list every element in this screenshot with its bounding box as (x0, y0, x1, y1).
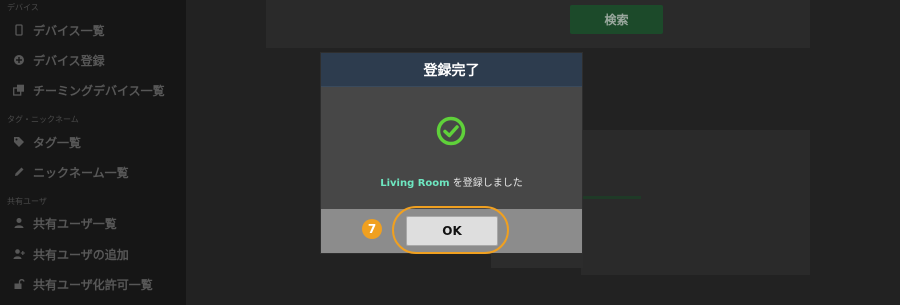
user-plus-icon (13, 248, 25, 260)
sidebar-item-label: 共有ユーザの追加 (33, 247, 129, 262)
clone-icon (13, 84, 25, 96)
unlock-icon (13, 278, 25, 290)
sidebar-item-device-register[interactable]: デバイス登録 (0, 48, 186, 72)
section-label-devices: デバイス (7, 3, 39, 12)
sidebar-item-shared-permission-list[interactable]: 共有ユーザ化許可一覧 (0, 272, 186, 296)
sidebar-item-nickname-list[interactable]: ニックネーム一覧 (0, 160, 186, 184)
sidebar-item-label: デバイス一覧 (33, 23, 105, 38)
sidebar-item-add-shared-user[interactable]: 共有ユーザの追加 (0, 242, 186, 266)
search-panel: 検索 (266, 0, 810, 48)
background-panel (581, 130, 810, 275)
dialog-message: Living Room を登録しました (321, 174, 582, 189)
sidebar-item-label: タグ一覧 (33, 135, 82, 150)
dialog-title: 登録完了 (321, 53, 582, 87)
sidebar-item-tag-list[interactable]: タグ一覧 (0, 130, 186, 154)
pencil-icon (13, 166, 25, 178)
tablet-icon (13, 24, 25, 36)
section-label-shared-users: 共有ユーザ (7, 197, 47, 206)
sidebar-item-teaming-list[interactable]: チーミングデバイス一覧 (0, 78, 186, 102)
section-label-tags: タグ・ニックネーム (7, 115, 79, 124)
tags-icon (13, 136, 25, 148)
sidebar: デバイス デバイス一覧 デバイス登録 チーミングデバイス一覧 タグ・ニックネーム… (0, 0, 186, 305)
highlight-ring (392, 206, 509, 254)
dialog-body: Living Room を登録しました (321, 87, 582, 209)
sidebar-item-label: ニックネーム一覧 (33, 165, 129, 180)
device-name: Living Room (380, 178, 450, 189)
step-badge: 7 (362, 219, 382, 239)
background-divider (581, 196, 641, 199)
message-suffix: を登録しました (449, 178, 523, 189)
sidebar-item-label: チーミングデバイス一覧 (33, 83, 165, 98)
user-icon (13, 217, 25, 229)
search-button[interactable]: 検索 (570, 5, 663, 34)
sidebar-item-shared-user-list[interactable]: 共有ユーザ一覧 (0, 211, 186, 235)
sidebar-item-label: 共有ユーザ化許可一覧 (33, 277, 153, 292)
plus-circle-icon (13, 54, 25, 66)
check-circle-icon (436, 116, 466, 146)
sidebar-item-label: 共有ユーザ一覧 (33, 216, 117, 231)
sidebar-item-label: デバイス登録 (33, 53, 105, 68)
sidebar-item-device-list[interactable]: デバイス一覧 (0, 18, 186, 42)
